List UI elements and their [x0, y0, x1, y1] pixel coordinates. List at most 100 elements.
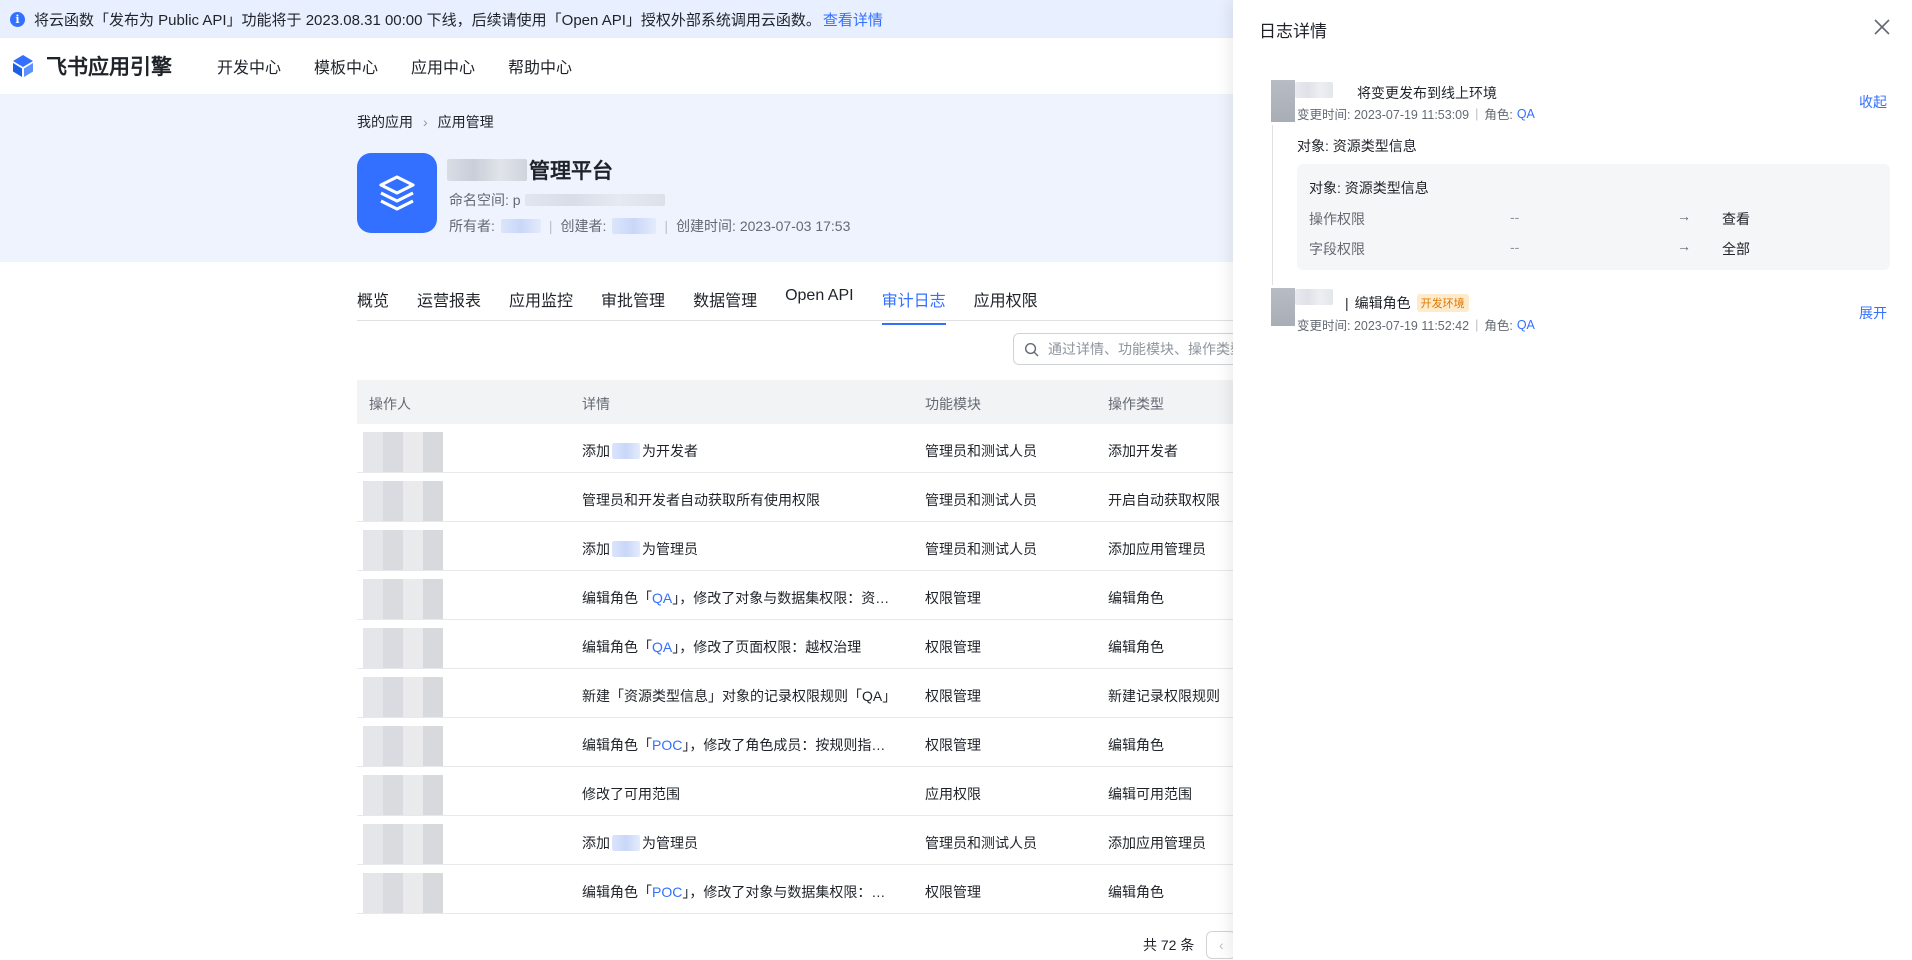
row-detail: 添加 为管理员: [582, 835, 698, 851]
app-icon: [357, 153, 437, 233]
log-detail-drawer: 日志详情 将变更发布到线上环境 变更时间: 2023-07-19 11:53:0…: [1233, 0, 1912, 960]
row-detail: 修改了可用范围: [582, 786, 680, 802]
row-module: 应用权限: [925, 786, 981, 802]
table-header: 操作人 详情 功能模块 操作类型: [357, 380, 1233, 424]
redacted-creator[interactable]: [612, 218, 657, 234]
row-type: 添加应用管理员: [1108, 541, 1206, 557]
detail-from: --: [1510, 239, 1520, 255]
pagination: 共 72 条 ‹: [1143, 931, 1237, 959]
brand-name: 飞书应用引擎: [46, 56, 172, 79]
redacted-name: [447, 159, 527, 181]
role-link[interactable]: QA: [652, 639, 672, 655]
table-row[interactable]: 编辑角色「QA」，修改了对象与数据集权限：资… 权限管理 编辑角色: [357, 571, 1233, 620]
logo[interactable]: 飞书应用引擎: [10, 51, 172, 81]
prev-page-button[interactable]: ‹: [1206, 931, 1237, 959]
row-type: 编辑角色: [1108, 590, 1164, 606]
avatar: [1271, 288, 1295, 326]
row-module: 管理员和测试人员: [925, 541, 1037, 557]
redacted-namespace: [524, 194, 665, 206]
search-placeholder: 通过详情、功能模块、操作类型: [1048, 341, 1244, 357]
row-detail: 编辑角色「POC」，修改了对象与数据集权限：…: [582, 884, 886, 900]
row-type: 编辑角色: [1108, 737, 1164, 753]
app-title: 管理平台: [447, 155, 613, 185]
close-button[interactable]: [1872, 17, 1892, 37]
redacted-operator: [363, 873, 443, 913]
table-row[interactable]: 编辑角色「QA」，修改了页面权限：越权治理 权限管理 编辑角色: [357, 620, 1233, 669]
banner-text: 将云函数「发布为 Public API」功能将于 2023.08.31 00:0…: [34, 11, 821, 29]
redacted-operator: [1295, 289, 1333, 305]
search-input[interactable]: 通过详情、功能模块、操作类型: [1013, 333, 1253, 365]
redacted-operator: [363, 530, 443, 570]
row-module: 管理员和测试人员: [925, 492, 1037, 508]
detail-key: 操作权限: [1309, 211, 1365, 227]
row-module: 权限管理: [925, 590, 981, 606]
redacted-operator: [363, 824, 443, 864]
role-link[interactable]: QA: [1517, 318, 1535, 332]
app-engine-page: i 将云函数「发布为 Public API」功能将于 2023.08.31 00…: [0, 0, 1912, 960]
info-icon: i: [10, 11, 25, 27]
search-icon: [1024, 342, 1039, 356]
table-row[interactable]: 编辑角色「POC」，修改了对象与数据集权限：… 权限管理 编辑角色: [357, 865, 1233, 914]
row-detail: 添加 为开发者: [582, 443, 698, 459]
breadcrumb: 我的应用 › 应用管理: [357, 112, 494, 132]
entry-meta: 变更时间: 2023-07-19 11:53:09 | 角色: QA: [1297, 106, 1535, 123]
entry-title: 将变更发布到线上环境: [1357, 85, 1497, 101]
row-type: 添加开发者: [1108, 443, 1178, 459]
role-link[interactable]: QA: [1517, 107, 1535, 121]
row-module: 权限管理: [925, 688, 981, 704]
breadcrumb-parent[interactable]: 我的应用: [357, 112, 413, 132]
object-label: 对象: 资源类型信息: [1297, 138, 1417, 154]
detail-to: 查看: [1722, 211, 1750, 227]
table-row[interactable]: 添加 为管理员 管理员和测试人员 添加应用管理员: [357, 522, 1233, 571]
row-detail: 管理员和开发者自动获取所有使用权限: [582, 492, 820, 508]
table-row[interactable]: 修改了可用范围 应用权限 编辑可用范围: [357, 767, 1233, 816]
nav-item-template-center[interactable]: 模板中心: [314, 54, 378, 78]
arrow-right-icon: →: [1677, 208, 1691, 224]
redacted-operator: [363, 775, 443, 815]
env-badge: 开发环境: [1416, 294, 1469, 312]
row-type: 开启自动获取权限: [1108, 492, 1220, 508]
col-operator: 操作人: [369, 396, 411, 412]
row-type: 添加应用管理员: [1108, 835, 1206, 851]
drawer-title: 日志详情: [1259, 22, 1327, 41]
row-detail: 新建「资源类型信息」对象的记录权限规则「QA」: [582, 688, 897, 704]
avatar: [1271, 80, 1295, 122]
role-link[interactable]: POC: [652, 884, 682, 900]
owner-label: 所有者:: [449, 218, 495, 234]
nav-item-app-center[interactable]: 应用中心: [411, 54, 475, 78]
breadcrumb-current: 应用管理: [437, 114, 494, 130]
arrow-right-icon: →: [1677, 238, 1691, 254]
collapse-link[interactable]: 收起: [1859, 92, 1887, 112]
redacted-user: [612, 541, 640, 557]
table-row[interactable]: 编辑角色「POC」，修改了角色成员：按规则指… 权限管理 编辑角色: [357, 718, 1233, 767]
table-row[interactable]: 新建「资源类型信息」对象的记录权限规则「QA」 权限管理 新建记录权限规则: [357, 669, 1233, 718]
table-row[interactable]: 添加 为开发者 管理员和测试人员 添加开发者: [357, 424, 1233, 473]
table-row[interactable]: 管理员和开发者自动获取所有使用权限 管理员和测试人员 开启自动获取权限: [357, 473, 1233, 522]
redacted-user: [612, 443, 640, 459]
redacted-owner[interactable]: [500, 219, 541, 233]
role-link[interactable]: POC: [652, 737, 682, 753]
row-module: 权限管理: [925, 737, 981, 753]
row-type: 编辑可用范围: [1108, 786, 1192, 802]
total-count: 共 72 条: [1143, 937, 1195, 953]
banner-detail-link[interactable]: 查看详情: [823, 9, 883, 30]
detail-to: 全部: [1722, 241, 1750, 257]
redacted-operator: [363, 677, 443, 717]
table-row[interactable]: 添加 为管理员 管理员和测试人员 添加应用管理员: [357, 816, 1233, 865]
role-link[interactable]: QA: [652, 590, 672, 606]
redacted-operator: [363, 726, 443, 766]
created-time: 创建时间: 2023-07-03 17:53: [676, 218, 851, 234]
expand-link[interactable]: 展开: [1859, 303, 1887, 323]
row-module: 管理员和测试人员: [925, 835, 1037, 851]
redacted-operator: [363, 432, 443, 472]
nav-item-dev-center[interactable]: 开发中心: [217, 54, 281, 78]
app-engine-logo-icon: [13, 55, 33, 77]
timeline-line: [1272, 125, 1273, 285]
row-detail: 编辑角色「QA」，修改了页面权限：越权治理: [582, 639, 862, 655]
row-module: 管理员和测试人员: [925, 443, 1037, 459]
nav-item-help-center[interactable]: 帮助中心: [508, 54, 572, 78]
entry-title: | 编辑角色 开发环境: [1345, 293, 1469, 313]
row-detail: 编辑角色「POC」，修改了角色成员：按规则指…: [582, 737, 886, 753]
row-detail: 添加 为管理员: [582, 541, 698, 557]
creator-label: 创建者:: [560, 218, 607, 234]
